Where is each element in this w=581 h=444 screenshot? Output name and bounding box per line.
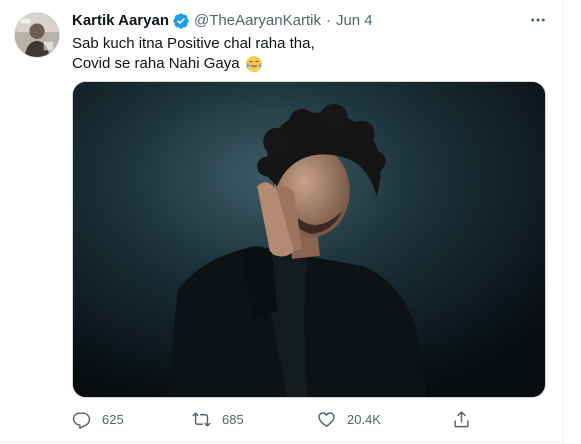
like-icon <box>317 410 336 429</box>
photo-image <box>73 82 545 397</box>
retweet-icon <box>192 410 211 429</box>
reply-icon <box>72 410 91 429</box>
reply-count: 625 <box>102 411 124 427</box>
tweet-header: Kartik Aaryan @TheAaryanKartik · Jun 4 <box>72 10 373 32</box>
tweet-text-line-2: Covid se raha Nahi Gaya <box>72 54 542 74</box>
share-icon <box>452 410 471 429</box>
more-options-icon[interactable] <box>528 10 548 30</box>
tweet-text-line-1: Sab kuch itna Positive chal raha tha, <box>72 35 315 52</box>
tweet-card[interactable]: Kartik Aaryan @TheAaryanKartik · Jun 4 S… <box>0 0 581 444</box>
tweet-actions: 625 685 20.4K <box>72 408 552 430</box>
tweet-date[interactable]: Jun 4 <box>336 11 373 31</box>
retweet-count: 685 <box>222 411 244 427</box>
like-button[interactable]: 20.4K <box>317 408 381 430</box>
like-count: 20.4K <box>347 411 381 427</box>
tweet-divider <box>0 442 563 443</box>
avatar-image <box>15 13 59 57</box>
retweet-button[interactable]: 685 <box>192 408 244 430</box>
author-avatar[interactable] <box>14 12 60 58</box>
tears-of-joy-emoji-icon <box>245 55 263 73</box>
column-divider <box>563 0 564 444</box>
author-name[interactable]: Kartik Aaryan <box>72 11 169 31</box>
author-handle[interactable]: @TheAaryanKartik <box>194 11 321 31</box>
share-button[interactable] <box>452 408 471 430</box>
reply-button[interactable]: 625 <box>72 408 124 430</box>
header-separator: · <box>325 12 331 29</box>
verified-badge-icon <box>172 12 190 30</box>
tweet-photo[interactable] <box>72 81 546 398</box>
tweet-text: Sab kuch itna Positive chal raha tha, Co… <box>72 34 542 74</box>
